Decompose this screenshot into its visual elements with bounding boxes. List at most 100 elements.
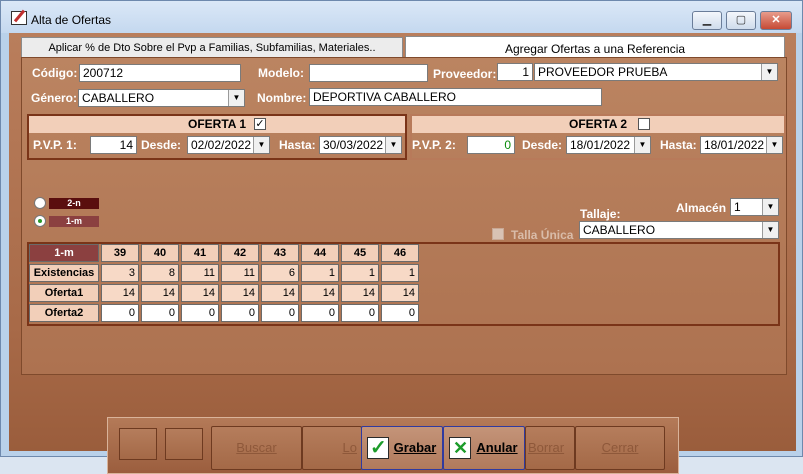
grid-cell[interactable]: 0: [141, 304, 179, 322]
grid-cell[interactable]: 0: [221, 304, 259, 322]
buscar-button[interactable]: Buscar: [211, 426, 302, 470]
pvp2-input[interactable]: 0: [467, 136, 515, 154]
desde2-date[interactable]: 18/01/2022 ▼: [566, 136, 651, 154]
codigo-label: Código:: [32, 66, 78, 80]
close-button[interactable]: ✕: [760, 11, 792, 30]
grid-cell[interactable]: 14: [261, 284, 299, 302]
genero-select-value: CABALLERO: [82, 91, 155, 105]
proveedor-select-value: PROVEEDOR PRUEBA: [538, 65, 668, 79]
size-header: 42: [221, 244, 259, 262]
grid-cell[interactable]: 1: [301, 264, 339, 282]
borrar-button[interactable]: Borrar: [525, 426, 575, 470]
tallaje-select-value: CABALLERO: [583, 223, 656, 237]
grid-cell[interactable]: 0: [341, 304, 379, 322]
lo-button[interactable]: Lo: [302, 426, 362, 470]
tab-aplicar-descuento[interactable]: Aplicar % de Dto Sobre el Pvp a Familias…: [21, 37, 403, 59]
talla-unica-label: Talla Única: [511, 228, 574, 242]
desde2-label: Desde:: [522, 138, 563, 152]
grid-cell[interactable]: 8: [141, 264, 179, 282]
chevron-down-icon[interactable]: ▼: [228, 90, 244, 106]
grid-cell[interactable]: 14: [381, 284, 419, 302]
minimize-button[interactable]: ▁: [692, 11, 722, 30]
oferta2-header: OFERTA 2: [412, 116, 784, 133]
grid-cell[interactable]: 11: [181, 264, 219, 282]
grid-cell[interactable]: 14: [101, 284, 139, 302]
grid-cell[interactable]: 14: [221, 284, 259, 302]
nav-next-button[interactable]: [165, 428, 203, 460]
size-header: 45: [341, 244, 379, 262]
proveedor-number-input[interactable]: 1: [497, 63, 533, 81]
grabar-button[interactable]: Grabar: [361, 426, 443, 470]
almacen-label: Almacén: [676, 201, 727, 215]
oferta1-checkbox[interactable]: ✓: [254, 118, 266, 130]
desde1-date-value: 02/02/2022: [191, 138, 252, 152]
oferta1-group: OFERTA 1 ✓ P.V.P. 1: 14 Desde: 02/02/202…: [27, 114, 407, 160]
modelo-input[interactable]: [309, 64, 428, 82]
size-header: 40: [141, 244, 179, 262]
grid-cell[interactable]: 0: [301, 304, 339, 322]
oferta2-checkbox[interactable]: [638, 118, 650, 130]
grid-cell[interactable]: 1: [381, 264, 419, 282]
desde1-date[interactable]: 02/02/2022 ▼: [187, 136, 270, 154]
grid-cell[interactable]: 0: [101, 304, 139, 322]
grid-cell[interactable]: 14: [341, 284, 379, 302]
chevron-down-icon[interactable]: ▼: [762, 222, 778, 238]
x-icon: [449, 434, 471, 462]
hasta2-label: Hasta:: [660, 138, 697, 152]
cerrar-button[interactable]: Cerrar: [575, 426, 665, 470]
proveedor-label: Proveedor:: [433, 67, 497, 81]
window-title: Alta de Ofertas: [31, 13, 112, 27]
chevron-down-icon[interactable]: ▼: [385, 137, 401, 153]
hasta2-date-value: 18/01/2022: [704, 138, 765, 152]
size-header: 41: [181, 244, 219, 262]
hasta1-label: Hasta:: [279, 138, 316, 152]
chevron-down-icon[interactable]: ▼: [634, 137, 650, 153]
nombre-input[interactable]: DEPORTIVA CABALLERO: [309, 88, 602, 106]
chevron-down-icon[interactable]: ▼: [762, 199, 778, 215]
size-header: 39: [101, 244, 139, 262]
oferta2-title: OFERTA 2: [568, 117, 627, 131]
bottom-toolbar: Buscar Lo Grabar Anular Borrar Cerrar: [107, 417, 679, 474]
grid-cell[interactable]: 6: [261, 264, 299, 282]
talla-unica-checkbox[interactable]: [492, 228, 504, 240]
grid-cell[interactable]: 11: [221, 264, 259, 282]
size-header: 46: [381, 244, 419, 262]
row-label: Oferta2: [29, 304, 99, 322]
grid-cell[interactable]: 14: [141, 284, 179, 302]
maximize-button[interactable]: ▢: [726, 11, 756, 30]
radio-2n[interactable]: [34, 197, 46, 209]
genero-select[interactable]: CABALLERO ▼: [78, 89, 245, 107]
grid-cell[interactable]: 14: [181, 284, 219, 302]
grid-corner-label: 1-m: [29, 244, 99, 262]
hasta1-date[interactable]: 30/03/2022 ▼: [319, 136, 402, 154]
grid-cell[interactable]: 3: [101, 264, 139, 282]
anular-button[interactable]: Anular: [443, 426, 525, 470]
grid-cell[interactable]: 0: [381, 304, 419, 322]
almacen-select-value: 1: [734, 200, 741, 214]
hasta2-date[interactable]: 18/01/2022 ▼: [700, 136, 783, 154]
radio-1m[interactable]: [34, 215, 46, 227]
oferta2-group: OFERTA 2 P.V.P. 2: 0 Desde: 18/01/2022 ▼…: [410, 114, 786, 160]
title-bar[interactable]: Alta de Ofertas ▁ ▢ ✕: [1, 1, 802, 33]
nombre-label: Nombre:: [257, 91, 307, 105]
modelo-label: Modelo:: [258, 66, 304, 80]
chevron-down-icon[interactable]: ▼: [766, 137, 782, 153]
row-label: Oferta1: [29, 284, 99, 302]
tallaje-select[interactable]: CABALLERO ▼: [579, 221, 779, 239]
grid-cell[interactable]: 1: [341, 264, 379, 282]
desde2-date-value: 18/01/2022: [570, 138, 631, 152]
grid-cell[interactable]: 0: [261, 304, 299, 322]
proveedor-select[interactable]: PROVEEDOR PRUEBA ▼: [534, 63, 778, 81]
grid-cell[interactable]: 14: [301, 284, 339, 302]
tallaje-label: Tallaje:: [580, 207, 621, 221]
window: Alta de Ofertas ▁ ▢ ✕ Aplicar % de Dto S…: [0, 0, 803, 474]
pvp1-input[interactable]: 14: [90, 136, 137, 154]
size-header: 43: [261, 244, 299, 262]
chevron-down-icon[interactable]: ▼: [253, 137, 269, 153]
codigo-input[interactable]: 200712: [79, 64, 241, 82]
grid-cell[interactable]: 0: [181, 304, 219, 322]
chevron-down-icon[interactable]: ▼: [761, 64, 777, 80]
nav-prev-button[interactable]: [119, 428, 157, 460]
row-label: Existencias: [29, 264, 99, 282]
almacen-select[interactable]: 1 ▼: [730, 198, 779, 216]
